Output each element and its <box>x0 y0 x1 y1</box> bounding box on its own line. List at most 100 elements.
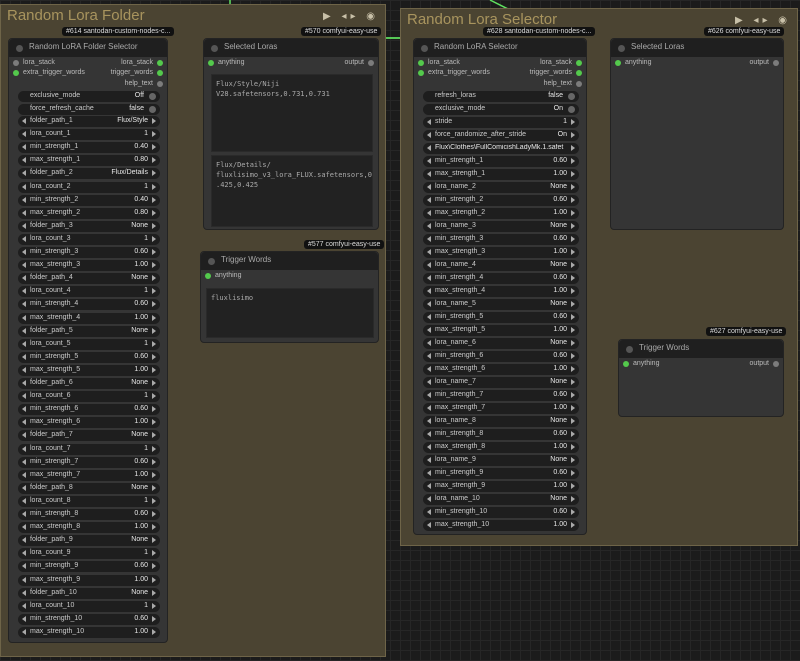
number-widget[interactable]: max_strength_7 1.00 <box>18 469 160 481</box>
increment-arrow-icon[interactable] <box>152 628 156 635</box>
number-widget[interactable]: lora_name_3 None <box>423 221 579 232</box>
collapse-dot-icon[interactable] <box>16 45 23 52</box>
increment-arrow-icon[interactable] <box>152 262 156 269</box>
input-slot-icon[interactable] <box>208 60 214 66</box>
number-widget[interactable]: folder_path_6 None <box>18 378 160 389</box>
decrement-arrow-icon[interactable] <box>427 522 431 528</box>
number-widget[interactable]: folder_path_8 None <box>18 482 160 494</box>
decrement-arrow-icon[interactable] <box>22 131 26 138</box>
input-slot-icon[interactable] <box>623 361 629 367</box>
increment-arrow-icon[interactable] <box>571 418 575 424</box>
number-widget[interactable]: min_strength_9 0.60 <box>18 561 160 573</box>
number-widget[interactable]: min_strength_6 0.60 <box>18 404 160 416</box>
decrement-arrow-icon[interactable] <box>427 119 431 125</box>
decrement-arrow-icon[interactable] <box>22 511 26 517</box>
number-widget[interactable]: min_strength_1 0.60 <box>423 156 579 167</box>
decrement-arrow-icon[interactable] <box>22 563 26 570</box>
decrement-arrow-icon[interactable] <box>427 444 431 450</box>
increment-arrow-icon[interactable] <box>152 537 156 544</box>
number-widget[interactable]: lora_count_4 1 <box>18 286 160 298</box>
increment-arrow-icon[interactable] <box>571 145 575 151</box>
decrement-arrow-icon[interactable] <box>22 314 26 321</box>
increment-arrow-icon[interactable] <box>152 471 156 478</box>
collapse-dot-icon[interactable] <box>208 258 215 265</box>
decrement-arrow-icon[interactable] <box>22 602 26 609</box>
increment-arrow-icon[interactable] <box>152 511 156 517</box>
increment-arrow-icon[interactable] <box>152 380 156 386</box>
decrement-arrow-icon[interactable] <box>22 157 26 164</box>
toggle-knob-icon[interactable] <box>568 106 575 113</box>
number-widget[interactable]: min_strength_8 0.60 <box>423 429 579 440</box>
increment-arrow-icon[interactable] <box>152 327 156 334</box>
decrement-arrow-icon[interactable] <box>22 183 26 190</box>
number-widget[interactable]: folder_path_7 None <box>18 430 160 442</box>
number-widget[interactable]: min_strength_3 0.60 <box>18 247 160 258</box>
decrement-arrow-icon[interactable] <box>22 196 26 203</box>
input-slot-icon[interactable] <box>418 60 424 66</box>
increment-arrow-icon[interactable] <box>152 550 156 557</box>
decrement-arrow-icon[interactable] <box>22 393 26 400</box>
number-widget[interactable]: folder_path_5 None <box>18 325 160 337</box>
group-controls[interactable]: ▶ ◂▸ ◉ <box>735 15 791 26</box>
node-canvas[interactable]: Random Lora Folder ▶ ◂▸ ◉ Random Lora Se… <box>0 0 800 661</box>
number-widget[interactable]: lora_name_7 None <box>423 377 579 388</box>
decrement-arrow-icon[interactable] <box>427 236 431 242</box>
decrement-arrow-icon[interactable] <box>427 392 431 398</box>
number-widget[interactable]: max_strength_10 1.00 <box>18 626 160 638</box>
increment-arrow-icon[interactable] <box>571 210 575 216</box>
decrement-arrow-icon[interactable] <box>22 353 26 360</box>
output-slot-icon[interactable] <box>576 81 582 87</box>
output-slot-icon[interactable] <box>157 70 163 76</box>
output-slot-icon[interactable] <box>368 60 374 66</box>
increment-arrow-icon[interactable] <box>571 132 575 138</box>
number-widget[interactable]: max_strength_9 1.00 <box>18 574 160 586</box>
combo-widget-force-randomize[interactable]: force_randomize_after_stride On <box>423 130 579 141</box>
increment-arrow-icon[interactable] <box>152 157 156 164</box>
decrement-arrow-icon[interactable] <box>22 275 26 282</box>
decrement-arrow-icon[interactable] <box>22 235 26 242</box>
decrement-arrow-icon[interactable] <box>427 223 431 229</box>
increment-arrow-icon[interactable] <box>152 288 156 295</box>
increment-arrow-icon[interactable] <box>571 171 575 177</box>
output-slot-icon[interactable] <box>773 60 779 66</box>
increment-arrow-icon[interactable] <box>152 131 156 138</box>
decrement-arrow-icon[interactable] <box>22 301 26 308</box>
increment-arrow-icon[interactable] <box>571 275 575 281</box>
decrement-arrow-icon[interactable] <box>427 457 431 463</box>
number-widget[interactable]: folder_path_9 None <box>18 535 160 547</box>
input-slot-icon[interactable] <box>418 70 424 76</box>
decrement-arrow-icon[interactable] <box>427 405 431 411</box>
number-widget[interactable]: min_strength_6 0.60 <box>423 351 579 362</box>
increment-arrow-icon[interactable] <box>571 249 575 255</box>
number-widget[interactable]: max_strength_1 1.00 <box>423 169 579 180</box>
increment-arrow-icon[interactable] <box>152 589 156 596</box>
number-widget[interactable]: max_strength_2 1.00 <box>423 208 579 219</box>
output-slot-icon[interactable] <box>157 81 163 87</box>
number-widget[interactable]: min_strength_10 0.60 <box>18 613 160 625</box>
number-widget[interactable]: lora_name_5 None <box>423 299 579 310</box>
increment-arrow-icon[interactable] <box>571 496 575 502</box>
decrement-arrow-icon[interactable] <box>22 327 26 334</box>
decrement-arrow-icon[interactable] <box>22 576 26 583</box>
number-widget[interactable]: max_strength_6 1.00 <box>423 364 579 375</box>
trigger-words-node[interactable]: Trigger Words anything fluxlisimo <box>200 251 379 343</box>
number-widget[interactable]: folder_path_10 None <box>18 587 160 599</box>
decrement-arrow-icon[interactable] <box>22 170 26 177</box>
decrement-arrow-icon[interactable] <box>22 589 26 596</box>
decrement-arrow-icon[interactable] <box>427 301 431 307</box>
increment-arrow-icon[interactable] <box>152 275 156 282</box>
random-lora-selector-node[interactable]: Random LoRA Selector lora_stack lora_sta… <box>413 38 587 535</box>
increment-arrow-icon[interactable] <box>571 366 575 372</box>
decrement-arrow-icon[interactable] <box>427 275 431 281</box>
decrement-arrow-icon[interactable] <box>427 483 431 489</box>
decrement-arrow-icon[interactable] <box>22 524 26 531</box>
toggle-widget[interactable]: exclusive_mode Off <box>18 91 160 102</box>
number-widget[interactable]: max_strength_2 0.80 <box>18 207 160 219</box>
group-controls[interactable]: ▶ ◂▸ ◉ <box>323 11 379 22</box>
number-widget[interactable]: folder_path_2 Flux/Details <box>18 168 160 180</box>
number-widget[interactable]: lora_count_9 1 <box>18 548 160 560</box>
number-widget[interactable]: max_strength_4 1.00 <box>423 286 579 297</box>
toggle-widget[interactable]: refresh_loras false <box>423 91 579 102</box>
number-widget[interactable]: min_strength_2 0.40 <box>18 194 160 206</box>
number-widget[interactable]: min_strength_10 0.60 <box>423 507 579 518</box>
